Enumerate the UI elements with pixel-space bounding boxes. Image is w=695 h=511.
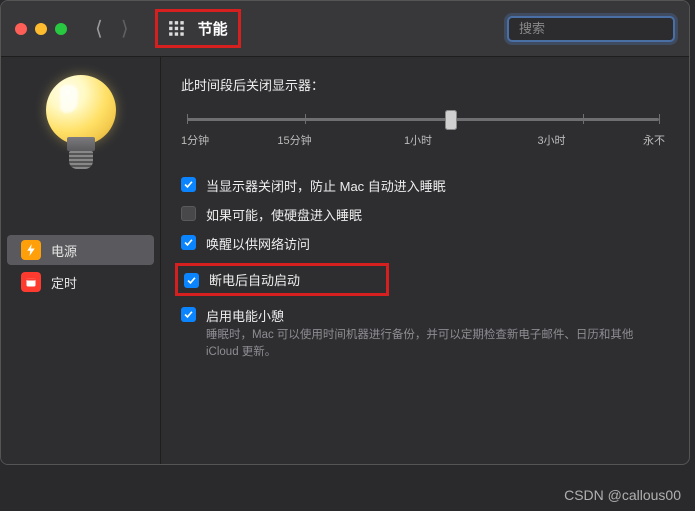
bolt-icon [21,240,41,260]
checkbox-icon[interactable] [181,307,196,322]
option-description: 睡眠时，Mac 可以使用时间机器进行备份，并可以定期检查新电子邮件、日历和其他 … [206,327,665,362]
content-pane: 此时间段后关闭显示器： 1分钟 15分钟 1小时 3小时 永不 当显示器关闭时，… [161,57,689,464]
pane-title: 节能 [198,18,228,39]
sidebar-item-schedule[interactable]: 定时 [7,267,154,297]
title-highlight: 节能 [155,9,241,48]
sidebar-item-label: 电源 [51,241,77,260]
option-prevent-sleep[interactable]: 当显示器关闭时，防止 Mac 自动进入睡眠 [181,176,665,195]
sidebar-item-power[interactable]: 电源 [7,235,154,265]
option-power-nap[interactable]: 启用电能小憩 [181,306,665,325]
preferences-window: ⟨ ⟩ 节能 [0,0,690,465]
slider-knob[interactable] [445,110,457,130]
calendar-icon [21,272,41,292]
traffic-lights [15,23,67,35]
slider-title: 此时间段后关闭显示器： [181,75,665,94]
minimize-icon[interactable] [35,23,47,35]
checkbox-icon[interactable] [184,273,199,288]
slider-ticks: 1分钟 15分钟 1小时 3小时 永不 [181,132,665,148]
display-sleep-slider[interactable] [187,108,659,126]
sidebar: 电源 定时 [1,57,161,464]
watermark: CSDN @callous00 [564,487,681,503]
search-input[interactable] [519,21,690,36]
checkbox-icon[interactable] [181,177,196,192]
grid-icon[interactable] [168,20,186,38]
option-label: 如果可能，使硬盘进入睡眠 [206,205,362,224]
checkbox-icon[interactable] [181,235,196,250]
titlebar: ⟨ ⟩ 节能 [1,1,689,57]
checkbox-icon[interactable] [181,206,196,221]
back-button[interactable]: ⟨ [95,19,103,39]
sidebar-item-label: 定时 [51,273,77,292]
energy-bulb-icon [1,75,160,175]
close-icon[interactable] [15,23,27,35]
option-auto-restart-highlight: 断电后自动启动 [175,263,389,296]
body: 电源 定时 此时间段后关闭显示器： 1分钟 15分 [1,57,689,464]
forward-button[interactable]: ⟩ [121,19,129,39]
option-label: 启用电能小憩 [206,306,284,325]
option-label: 当显示器关闭时，防止 Mac 自动进入睡眠 [206,176,446,195]
option-wake-network[interactable]: 唤醒以供网络访问 [181,234,665,253]
nav-arrows: ⟨ ⟩ [95,19,129,39]
search-field[interactable] [507,16,675,42]
option-label: 断电后自动启动 [209,270,300,289]
option-disk-sleep[interactable]: 如果可能，使硬盘进入睡眠 [181,205,665,224]
zoom-icon[interactable] [55,23,67,35]
option-label: 唤醒以供网络访问 [206,234,310,253]
